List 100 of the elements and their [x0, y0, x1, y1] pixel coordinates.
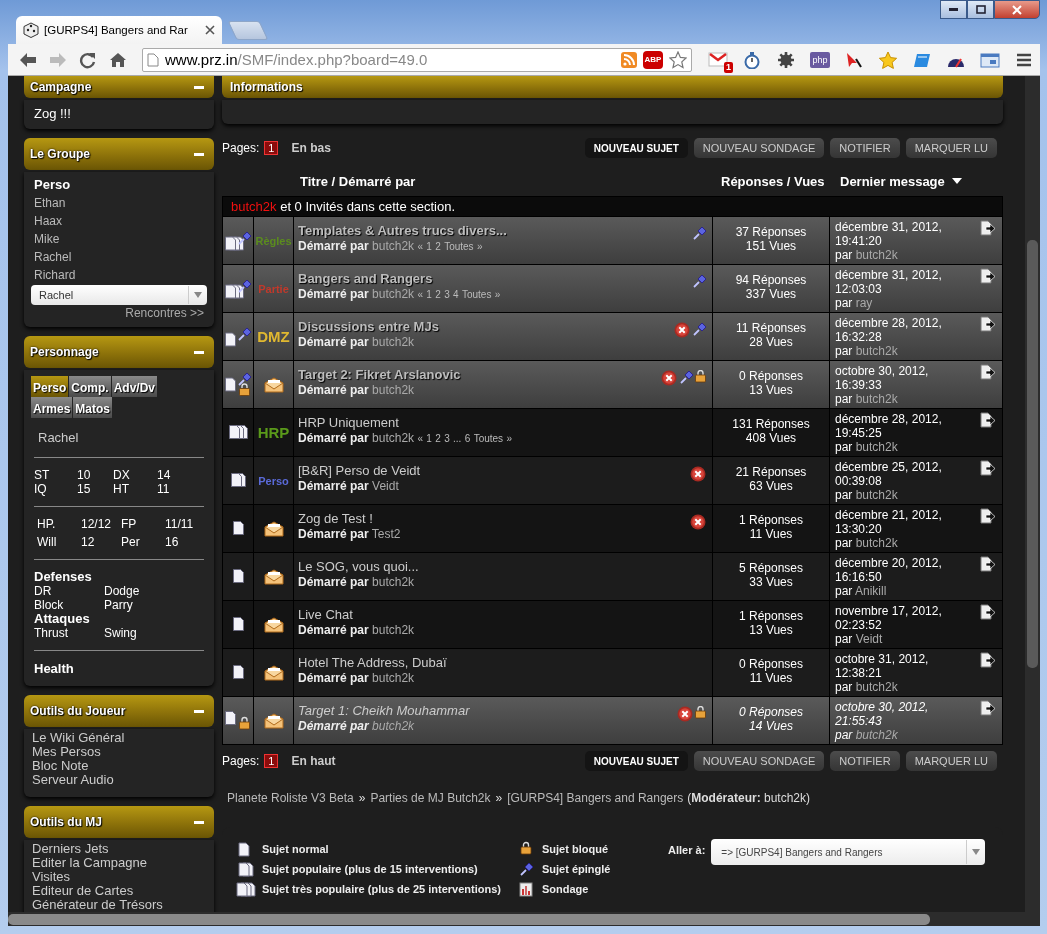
page-link[interactable]: 3	[444, 433, 450, 444]
sidebar-link[interactable]: Générateur de Trésors	[32, 898, 163, 912]
user-link[interactable]: butch2k	[372, 383, 415, 397]
page-link[interactable]: 6	[464, 433, 471, 444]
column-header[interactable]: Dernier message	[840, 173, 962, 189]
scrollbar-thumb[interactable]	[8, 913, 930, 925]
user-link[interactable]: Anikill	[855, 584, 887, 598]
page-link[interactable]: 4	[453, 289, 459, 300]
minimize-button[interactable]	[940, 0, 967, 19]
user-link[interactable]: butch2k	[855, 248, 898, 262]
sidebar-link[interactable]: Mes Persos	[32, 745, 101, 759]
topic-link[interactable]: Zog de Test !	[298, 510, 373, 527]
page-link[interactable]: 1	[426, 241, 432, 252]
page-link[interactable]: Toutes	[461, 289, 492, 300]
user-link[interactable]: butch2k	[372, 287, 415, 301]
user-link[interactable]: butch2k	[372, 623, 415, 637]
last-post-icon[interactable]	[980, 268, 996, 284]
action-button[interactable]: MARQUER LU	[905, 751, 997, 771]
last-post-icon[interactable]	[980, 364, 996, 380]
tab[interactable]: Perso	[31, 376, 69, 397]
user-link[interactable]: butch2k	[855, 440, 898, 454]
cursor-icon[interactable]	[844, 50, 864, 69]
topic-link[interactable]: HRP Uniquement	[298, 414, 399, 431]
cross-icon[interactable]	[690, 466, 706, 482]
user-link[interactable]: butch2k	[231, 199, 277, 214]
browser-tab[interactable]: [GURPS4] Bangers and Rar	[16, 16, 222, 44]
mail-icon[interactable]	[708, 50, 728, 67]
window-icon[interactable]	[980, 50, 1000, 69]
sidebar-link[interactable]: Editeur de Cartes	[32, 884, 134, 898]
user-link[interactable]: butch2k	[855, 392, 898, 406]
cross-icon[interactable]	[677, 706, 693, 722]
user-link[interactable]: butch2k	[372, 335, 415, 349]
collapse-icon[interactable]	[194, 152, 204, 156]
member-link[interactable]: Mike	[34, 230, 60, 248]
member-link[interactable]: Richard	[34, 266, 76, 284]
user-link[interactable]: butch2k	[372, 431, 415, 445]
reload-icon[interactable]	[78, 50, 98, 69]
collapse-icon[interactable]	[194, 350, 204, 354]
member-link[interactable]: Rachel	[34, 248, 72, 266]
current-page[interactable]: 1	[264, 141, 279, 155]
page-link[interactable]: Toutes	[444, 241, 474, 252]
user-link[interactable]: butch2k	[372, 671, 415, 685]
page-link[interactable]: Toutes	[473, 433, 504, 444]
page-link[interactable]: 1	[426, 289, 432, 300]
member-link[interactable]: Ethan	[34, 194, 66, 212]
collapse-icon[interactable]	[194, 709, 204, 713]
user-link[interactable]: butch2k	[855, 344, 898, 358]
cross-icon[interactable]	[674, 322, 690, 338]
board-select[interactable]: => [GURPS4] Bangers and Rangers	[711, 839, 986, 865]
scrollbar-thumb[interactable]	[1027, 240, 1038, 668]
tab[interactable]: Comp.	[69, 376, 111, 397]
page-link[interactable]: ...	[453, 433, 462, 444]
page-link[interactable]: 1	[426, 433, 432, 444]
page-link[interactable]: 2	[435, 433, 441, 444]
topic-link[interactable]: Target 1: Cheikh Mouhammar	[298, 702, 470, 719]
jump-link[interactable]: En bas	[291, 141, 331, 155]
collapse-icon[interactable]	[194, 85, 204, 89]
topic-link[interactable]: Live Chat	[298, 606, 353, 623]
user-link[interactable]: butch2k	[372, 239, 415, 253]
sidebar-link[interactable]: Le Wiki Général	[32, 731, 125, 745]
topic-link[interactable]: Discussions entre MJs	[298, 318, 439, 335]
breadcrumb-link[interactable]: [GURPS4] Bangers and Rangers	[507, 791, 684, 805]
tab[interactable]: Armes	[31, 397, 73, 418]
user-link[interactable]: ray	[855, 296, 873, 310]
page-link[interactable]: 2	[435, 241, 441, 252]
last-post-icon[interactable]	[980, 220, 996, 236]
action-button[interactable]: NOTIFIER	[830, 751, 900, 771]
last-post-icon[interactable]	[980, 412, 996, 428]
adblock-button[interactable]: ABP	[643, 50, 663, 69]
breadcrumb-link[interactable]: Parties de MJ Butch2k	[370, 791, 491, 805]
page-link[interactable]: 2	[435, 289, 441, 300]
user-link[interactable]: butch2k	[855, 728, 898, 742]
last-post-icon[interactable]	[980, 700, 996, 716]
sidebar-link[interactable]: Derniers Jets	[32, 842, 109, 856]
cross-icon[interactable]	[690, 514, 706, 530]
topic-link[interactable]: [B&R] Perso de Veidt	[298, 462, 421, 479]
user-link[interactable]: butch2k	[372, 575, 415, 589]
breadcrumb-link[interactable]: Planete Roliste V3 Beta	[227, 791, 354, 805]
member-link[interactable]: Haax	[34, 212, 62, 230]
settings-icon[interactable]	[776, 50, 796, 69]
topic-link[interactable]: Le SOG, vous quoi...	[298, 558, 419, 575]
maximize-button[interactable]	[967, 0, 994, 19]
php-button[interactable]: php	[810, 51, 830, 68]
user-link[interactable]: butch2k	[855, 488, 898, 502]
action-button[interactable]: MARQUER LU	[905, 138, 997, 158]
last-post-icon[interactable]	[980, 556, 996, 572]
close-button[interactable]	[994, 0, 1040, 19]
sidebar-link[interactable]: Visites	[32, 870, 71, 884]
page-link[interactable]: 3	[444, 289, 450, 300]
last-post-icon[interactable]	[980, 460, 996, 476]
topic-link[interactable]: Hotel The Address, Dubaï	[298, 654, 447, 671]
close-icon[interactable]	[205, 25, 215, 35]
collapse-icon[interactable]	[194, 820, 204, 824]
current-page[interactable]: 1	[264, 754, 279, 768]
cross-icon[interactable]	[661, 370, 677, 386]
last-post-icon[interactable]	[980, 316, 996, 332]
topic-link[interactable]: Templates & Autres trucs divers...	[298, 222, 507, 239]
home-icon[interactable]	[108, 50, 128, 69]
star-icon[interactable]	[669, 50, 687, 69]
sidebar-link[interactable]: Serveur Audio	[32, 773, 114, 787]
